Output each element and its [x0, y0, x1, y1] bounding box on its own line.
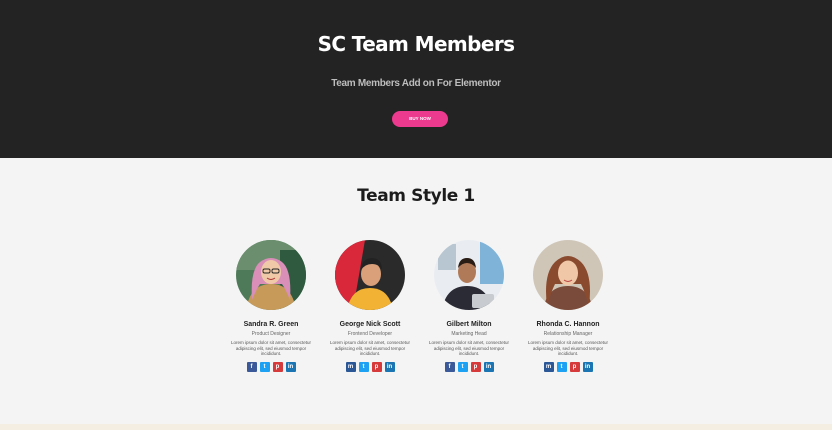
bottom-divider	[0, 424, 832, 430]
social-links: f t p in	[414, 361, 524, 372]
social-links: m t p in	[513, 361, 623, 372]
member-photo	[434, 240, 504, 310]
team-member-card: Gilbert Milton Marketing Head Lorem ipsu…	[414, 240, 524, 372]
twitter-icon[interactable]: t	[556, 361, 567, 372]
pinterest-icon[interactable]: p	[569, 361, 580, 372]
member-name: Sandra R. Green	[243, 321, 299, 328]
twitter-icon[interactable]: t	[457, 361, 468, 372]
social-links: f t p in	[216, 361, 326, 372]
linkedin-icon[interactable]: in	[483, 361, 494, 372]
facebook-icon[interactable]: f	[246, 361, 257, 372]
hero-banner: SC Team Members Team Members Add on For …	[0, 0, 832, 158]
member-photo	[533, 240, 603, 310]
member-name: Rhonda C. Hannon	[536, 321, 600, 328]
member-role: Product Designer	[251, 331, 291, 337]
member-name: George Nick Scott	[339, 321, 401, 328]
buy-now-button[interactable]: Buy Now	[392, 111, 448, 127]
member-role: Marketing Head	[451, 331, 487, 337]
member-photo	[335, 240, 405, 310]
team-member-card: George Nick Scott Frontend Developer Lor…	[315, 240, 425, 372]
team-member-card: Sandra R. Green Product Designer Lorem i…	[216, 240, 326, 372]
social-links: m t p in	[315, 361, 425, 372]
member-bio: Lorem ipsum dolor sit amet, consectetur …	[428, 340, 510, 357]
member-bio: Lorem ipsum dolor sit amet, consectetur …	[329, 340, 411, 357]
pinterest-icon[interactable]: p	[470, 361, 481, 372]
twitter-icon[interactable]: t	[358, 361, 369, 372]
member-name: Gilbert Milton	[446, 321, 492, 328]
member-bio: Lorem ipsum dolor sit amet, consectetur …	[230, 340, 312, 357]
team-member-card: Rhonda C. Hannon Relationship Manager Lo…	[513, 240, 623, 372]
facebook-icon[interactable]: f	[444, 361, 455, 372]
linkedin-icon[interactable]: in	[285, 361, 296, 372]
member-role: Relationship Manager	[543, 331, 593, 337]
pinterest-icon[interactable]: p	[272, 361, 283, 372]
twitter-icon[interactable]: t	[259, 361, 270, 372]
linkedin-icon[interactable]: in	[384, 361, 395, 372]
member-role: Frontend Developer	[347, 331, 393, 337]
pinterest-icon[interactable]: p	[371, 361, 382, 372]
messenger-icon[interactable]: m	[543, 361, 554, 372]
hero-subtitle: Team Members Add on For Elementor	[331, 78, 501, 89]
member-photo	[236, 240, 306, 310]
section-title: Team Style 1	[357, 186, 475, 206]
hero-title: SC Team Members	[317, 32, 515, 56]
linkedin-icon[interactable]: in	[582, 361, 593, 372]
member-bio: Lorem ipsum dolor sit amet, consectetur …	[527, 340, 609, 357]
messenger-icon[interactable]: m	[345, 361, 356, 372]
